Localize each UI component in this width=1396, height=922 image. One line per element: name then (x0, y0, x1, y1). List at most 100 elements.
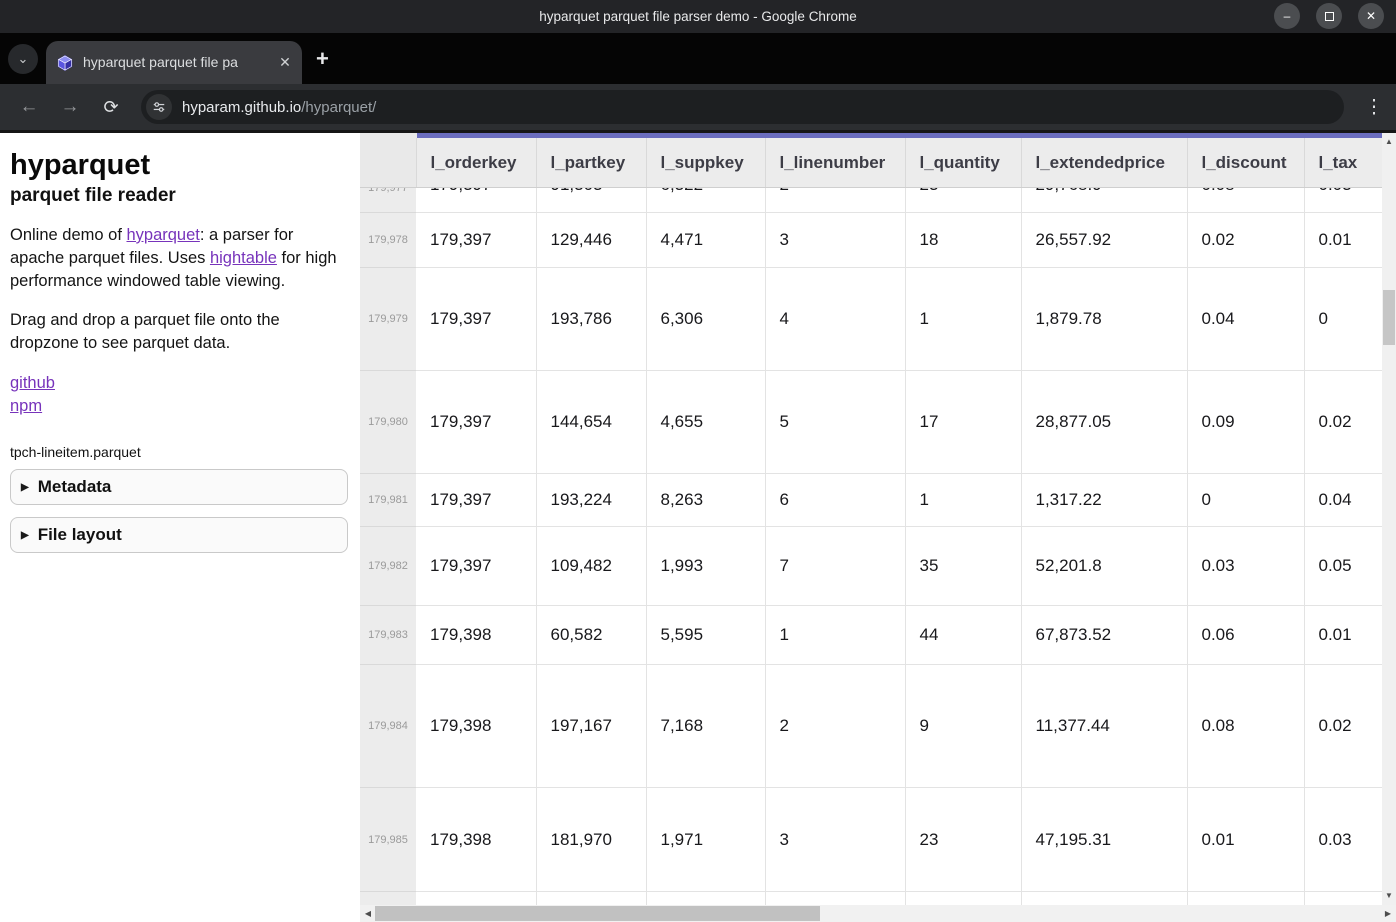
table-cell: 144,654 (536, 371, 646, 474)
column-header[interactable]: l_linenumber (765, 136, 905, 188)
header-row: l_orderkey l_partkey l_suppkey l_linenum… (360, 136, 1382, 188)
tab-search-button[interactable]: ⌄ (8, 44, 38, 74)
table-row (360, 892, 1382, 906)
site-info-button[interactable] (146, 94, 172, 120)
table-cell: 67,873.52 (1021, 606, 1187, 665)
row-number (360, 892, 416, 906)
table-cell: 1 (905, 474, 1021, 527)
table-cell: 179,397 (416, 213, 536, 268)
table-cell: 52,201.8 (1021, 527, 1187, 606)
browser-menu-button[interactable]: ⋮ (1362, 96, 1386, 119)
column-header[interactable]: l_partkey (536, 136, 646, 188)
scroll-up-arrow-icon[interactable]: ▲ (1382, 135, 1396, 149)
table-viewport: l_orderkey l_partkey l_suppkey l_linenum… (360, 133, 1382, 905)
metadata-label: Metadata (38, 477, 112, 497)
table-cell: 0.01 (1304, 213, 1382, 268)
table-cell: 179,397 (416, 268, 536, 371)
table-row: 179,982 179,397 109,482 1,993 7 35 52,20… (360, 527, 1382, 606)
column-header[interactable]: l_extendedprice (1021, 136, 1187, 188)
dropzone-instructions: Drag and drop a parquet file onto the dr… (10, 309, 348, 355)
table-cell (416, 892, 536, 906)
table-cell (646, 892, 765, 906)
hyparquet-link[interactable]: hyparquet (126, 226, 199, 244)
table-cell: 4,655 (646, 371, 765, 474)
table-cell: 0.05 (1304, 527, 1382, 606)
table-cell: 179,397 (416, 188, 536, 213)
page-title: hyparquet (10, 149, 348, 182)
page-subtitle: parquet file reader (10, 185, 348, 207)
kebab-menu-icon: ⋮ (1365, 97, 1384, 118)
vertical-scrollbar[interactable]: ▲ ▼ (1382, 133, 1396, 905)
table-cell: 5 (765, 371, 905, 474)
maximize-button[interactable] (1316, 3, 1342, 29)
table-cell: 17 (905, 371, 1021, 474)
table-cell: 1,879.78 (1021, 268, 1187, 371)
table-cell: 0.03 (1304, 188, 1382, 213)
table-cell: 179,398 (416, 788, 536, 892)
npm-link[interactable]: npm (10, 397, 42, 415)
table-cell: 2 (765, 188, 905, 213)
table-row: 179,979 179,397 193,786 6,306 4 1 1,879.… (360, 268, 1382, 371)
caret-right-icon: ▶ (21, 530, 29, 541)
hightable-link[interactable]: hightable (210, 249, 277, 267)
new-tab-button[interactable]: + (316, 48, 329, 70)
table-cell: 4 (765, 268, 905, 371)
table-cell: 0.01 (1187, 788, 1304, 892)
scroll-down-arrow-icon[interactable]: ▼ (1382, 889, 1396, 903)
browser-tab[interactable]: hyparquet parquet file pa ✕ (46, 41, 302, 84)
minimize-button[interactable]: – (1274, 3, 1300, 29)
table-cell: 4,471 (646, 213, 765, 268)
forward-button[interactable]: → (53, 90, 87, 124)
table-cell: 0.03 (1304, 788, 1382, 892)
table-cell: 179,397 (416, 474, 536, 527)
github-link[interactable]: github (10, 374, 55, 392)
reload-button[interactable]: ⟳ (94, 90, 128, 124)
row-number: 179,985 (360, 788, 416, 892)
table-row: 179,984 179,398 197,167 7,168 2 9 11,377… (360, 665, 1382, 788)
window-titlebar: hyparquet parquet file parser demo - Goo… (0, 0, 1396, 33)
intro-paragraph: Online demo of hyparquet: a parser for a… (10, 224, 348, 292)
intro-text: Online demo of (10, 226, 126, 244)
scroll-right-arrow-icon[interactable]: ▶ (1381, 905, 1395, 922)
row-number: 179,982 (360, 527, 416, 606)
table-cell: 11,377.44 (1021, 665, 1187, 788)
table-cell: 197,167 (536, 665, 646, 788)
table-cell: 0.02 (1304, 371, 1382, 474)
file-layout-disclosure[interactable]: ▶ File layout (10, 517, 348, 553)
url-path: /hyparquet/ (301, 99, 376, 116)
corner-header-cell (360, 136, 416, 188)
address-bar[interactable]: hyparam.github.io/hyparquet/ (141, 90, 1344, 124)
table-cell: 179,398 (416, 606, 536, 665)
back-arrow-icon: ← (20, 96, 39, 118)
table-cell: 6,322 (646, 188, 765, 213)
table-cell: 8,263 (646, 474, 765, 527)
close-icon: ✕ (1366, 10, 1376, 22)
window-controls: – ✕ (1274, 3, 1384, 29)
metadata-disclosure[interactable]: ▶ Metadata (10, 469, 348, 505)
table-cell: 193,224 (536, 474, 646, 527)
table-cell (765, 892, 905, 906)
horizontal-scrollbar[interactable]: ◀ ▶ (360, 905, 1396, 922)
table-cell: 179,397 (416, 527, 536, 606)
table-cell: 1 (905, 268, 1021, 371)
vertical-scroll-thumb[interactable] (1383, 290, 1395, 345)
maximize-icon (1325, 12, 1334, 21)
column-header[interactable]: l_suppkey (646, 136, 765, 188)
forward-arrow-icon: → (61, 96, 80, 118)
column-header[interactable]: l_tax (1304, 136, 1382, 188)
table-row: 179,980 179,397 144,654 4,655 5 17 28,87… (360, 371, 1382, 474)
column-header[interactable]: l_orderkey (416, 136, 536, 188)
row-number: 179,980 (360, 371, 416, 474)
tab-title-fade (242, 54, 270, 72)
table-cell: 0.03 (1187, 527, 1304, 606)
tab-close-button[interactable]: ✕ (276, 54, 294, 71)
table-cell: 35 (905, 527, 1021, 606)
column-header[interactable]: l_quantity (905, 136, 1021, 188)
scroll-left-arrow-icon[interactable]: ◀ (361, 905, 375, 922)
table-cell: 2 (765, 665, 905, 788)
back-button[interactable]: ← (12, 90, 46, 124)
horizontal-scroll-thumb[interactable] (375, 906, 820, 921)
table-cell: 0.08 (1187, 188, 1304, 213)
close-button[interactable]: ✕ (1358, 3, 1384, 29)
column-header[interactable]: l_discount (1187, 136, 1304, 188)
